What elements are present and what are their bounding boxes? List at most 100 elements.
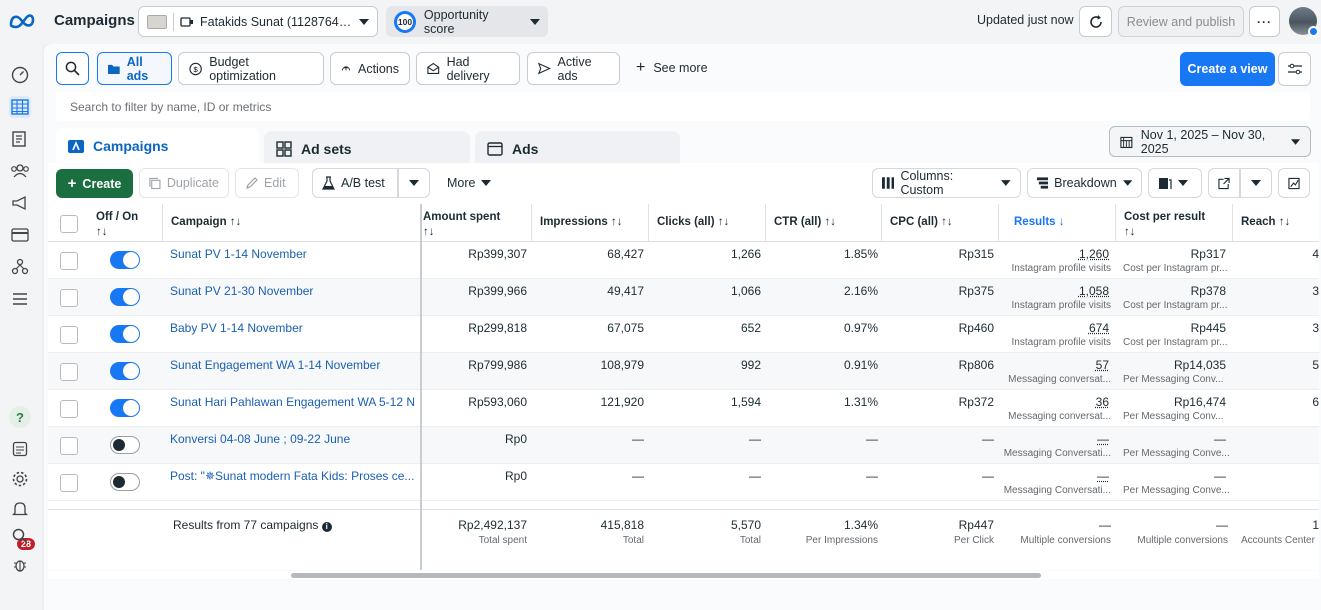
see-more-button[interactable]: + See more [636,60,708,76]
duplicate-button[interactable]: Duplicate [139,168,229,198]
charts-button[interactable] [1278,168,1310,198]
totals-ctr: 1.34% [843,518,878,532]
column-divider [881,204,882,242]
search-filter-input[interactable]: Search to filter by name, ID or metrics [56,92,1310,121]
export-dropdown[interactable] [1240,168,1272,198]
customize-view-button[interactable] [1278,52,1311,86]
campaign-toggle[interactable] [110,473,140,491]
table-row[interactable]: Post: "✵Sunat modern Fata Kids: Proses c… [48,464,1319,501]
info-icon[interactable]: i [321,522,332,532]
reports-icon[interactable] [9,438,31,460]
table-row[interactable]: Sunat Hari Pahlawan Engagement WA 5-12 N… [48,390,1319,427]
pages-icon[interactable] [9,128,31,150]
header-results[interactable]: Results ↓ [1014,216,1065,228]
cell-results[interactable]: — [1003,432,1109,446]
table-row[interactable]: Konversi 04-08 June ; 09-22 June Rp0 — — — — —… [48,427,1319,464]
cell-results[interactable]: 1,260 [1003,247,1109,261]
search-icon[interactable] [9,525,31,547]
campaign-name-link[interactable]: Post: "✵Sunat modern Fata Kids: Proses c… [170,469,416,483]
row-checkbox[interactable] [60,289,78,307]
megaphone-icon[interactable] [9,192,31,214]
campaign-name-link[interactable]: Sunat Hari Pahlawan Engagement WA 5-12 N… [170,395,416,409]
header-impressions[interactable]: Impressions ↑↓ [540,216,622,228]
header-cpc[interactable]: CPC (all) ↑↓ [890,216,953,228]
campaign-toggle[interactable] [110,436,140,454]
cell-results[interactable]: 57 [1003,358,1109,372]
campaign-name-link[interactable]: Sunat PV 1-14 November [170,247,416,261]
had-delivery-filter[interactable]: Had delivery [416,52,520,85]
campaign-name-link[interactable]: Baby PV 1-14 November [170,321,416,335]
settings-gear-icon[interactable] [9,468,31,490]
all-ads-filter[interactable]: All ads [97,52,172,85]
ab-test-dropdown[interactable] [398,168,430,198]
export-button[interactable] [1208,168,1240,198]
ab-test-button[interactable]: A/B test [312,168,398,198]
edit-button[interactable]: Edit [235,168,299,198]
reports-button[interactable] [1148,168,1202,198]
breakdown-button[interactable]: Breakdown [1027,168,1142,198]
help-icon[interactable]: ? [9,406,31,428]
opportunity-score-button[interactable]: 100 Opportunity score [386,6,548,37]
events-manager-icon[interactable] [9,256,31,278]
create-view-button[interactable]: Create a view [1180,52,1275,86]
budget-optimization-filter[interactable]: $ Budget optimization [178,52,324,85]
table-row[interactable]: Sunat PV 1-14 November Rp399,307 68,427 1,2… [48,242,1319,279]
campaign-toggle[interactable] [110,399,140,417]
active-ads-filter[interactable]: Active ads [527,52,620,85]
row-checkbox[interactable] [60,363,78,381]
campaign-toggle[interactable] [110,362,140,380]
row-checkbox[interactable] [60,326,78,344]
table-row[interactable]: Baby PV 1-14 November Rp299,818 67,075 652 0… [48,316,1319,353]
campaign-name-link[interactable]: Konversi 04-08 June ; 09-22 June [170,432,416,446]
avatar[interactable] [1289,7,1319,37]
account-selector[interactable]: Fatakids Sunat (1128764… [138,6,378,37]
cell-results[interactable]: 36 [1003,395,1109,409]
campaign-name-link[interactable]: Sunat Engagement WA 1-14 November [170,358,416,372]
more-options-button[interactable]: ··· [1249,6,1280,37]
more-actions-button[interactable]: More [438,168,508,198]
cell-results[interactable]: 674 [1003,321,1109,335]
campaign-name-link[interactable]: Sunat PV 21-30 November [170,284,416,298]
campaign-toggle[interactable] [110,251,140,269]
table-row[interactable]: Sunat PV 21-30 November Rp399,966 49,417 1,… [48,279,1319,316]
meta-logo-icon[interactable] [8,10,36,32]
row-checkbox[interactable] [60,437,78,455]
refresh-button[interactable] [1079,6,1112,37]
header-clicks-label: Clicks (all) [657,216,715,228]
row-checkbox[interactable] [60,474,78,492]
cell-results[interactable]: — [1003,469,1109,483]
review-publish-button[interactable]: Review and publish [1118,6,1244,37]
header-reach[interactable]: Reach ↑↓ [1241,216,1290,228]
header-amount-spent[interactable]: Amount spent ↑↓ [423,210,500,240]
columns-button[interactable]: Columns: Custom [872,168,1021,198]
date-range-picker[interactable]: Nov 1, 2025 – Nov 30, 2025 [1109,126,1311,157]
cell-results[interactable]: 1,058 [1003,284,1109,298]
header-ctr[interactable]: CTR (all) ↑↓ [774,216,836,228]
tab-ads[interactable]: Ads [475,131,680,167]
campaign-toggle[interactable] [110,288,140,306]
all-tools-menu-icon[interactable] [9,288,31,310]
header-clicks[interactable]: Clicks (all) ↑↓ [657,216,729,228]
tab-ad-sets[interactable]: Ad sets [264,131,470,167]
table-row[interactable]: Sunat Engagement WA 1-14 November Rp799,9… [48,353,1319,390]
search-toggle-button[interactable] [56,52,89,85]
billing-card-icon[interactable] [9,224,31,246]
header-off-on[interactable]: Off / On ↑↓ [96,210,138,240]
tab-ads-label: Ads [512,141,539,157]
campaign-toggle[interactable] [110,325,140,343]
report-bug-icon[interactable] [9,554,31,576]
cell-cost-per-result: Rp14,035 [1173,358,1226,372]
header-campaign[interactable]: Campaign ↑↓ [171,216,241,228]
scrollbar-thumb[interactable] [291,573,1041,578]
tab-campaigns[interactable]: Campaigns [56,128,259,164]
audience-icon[interactable] [9,160,31,182]
create-button[interactable]: + Create [56,169,133,198]
actions-filter[interactable]: Actions [330,52,410,85]
row-checkbox[interactable] [60,400,78,418]
row-checkbox[interactable] [60,252,78,270]
notifications-bell-icon[interactable] [9,498,31,520]
dashboard-icon[interactable] [9,64,31,86]
ads-manager-table-icon[interactable] [9,96,31,118]
select-all-checkbox[interactable] [60,215,78,233]
header-cost-per-result[interactable]: Cost per result ↑↓ [1124,210,1205,240]
